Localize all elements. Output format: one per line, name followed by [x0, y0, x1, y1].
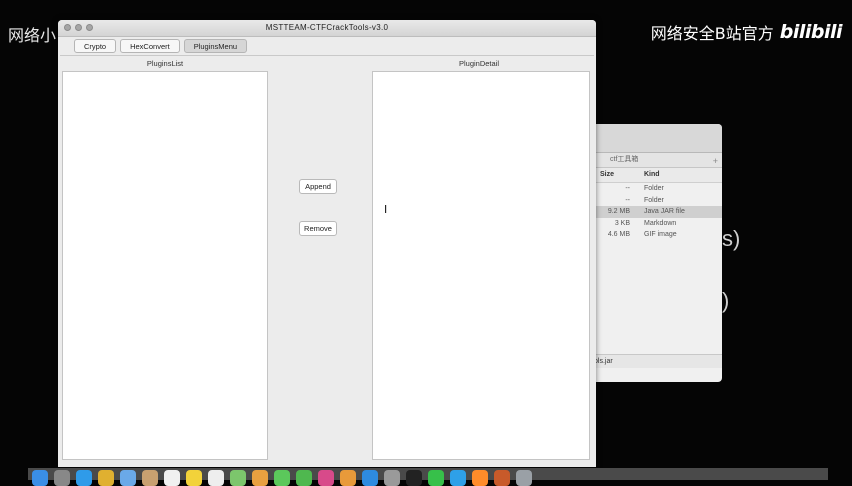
finder-filename: ols.jar — [588, 354, 722, 368]
facetime-icon[interactable] — [296, 470, 312, 486]
maps-icon[interactable] — [230, 470, 246, 486]
sublime-icon[interactable] — [472, 470, 488, 486]
tab-bar: Crypto HexConvert PluginsMenu — [58, 37, 596, 55]
plugins-list[interactable] — [62, 71, 268, 460]
notes-icon[interactable] — [186, 470, 202, 486]
ctfcracktools-window: MSTTEAM-CTFCrackTools-v3.0 Crypto HexConv… — [58, 20, 596, 467]
background-text-1: s) — [722, 226, 741, 251]
photos-icon[interactable] — [252, 470, 268, 486]
finder-row[interactable]: -- Folder — [588, 183, 722, 195]
calendar-icon[interactable] — [164, 470, 180, 486]
mail-icon[interactable] — [120, 470, 136, 486]
safari-icon[interactable] — [76, 470, 92, 486]
file-kind: Markdown — [644, 219, 677, 227]
trash-icon[interactable] — [516, 470, 532, 486]
finder-icon[interactable] — [32, 470, 48, 486]
zoom-window-icon[interactable] — [86, 24, 93, 31]
file-kind: Folder — [644, 196, 664, 204]
remove-button[interactable]: Remove — [299, 221, 337, 236]
plugin-detail[interactable] — [372, 71, 590, 460]
finder-path-label: ctf工具箱 — [610, 156, 639, 163]
launchpad-icon[interactable] — [54, 470, 70, 486]
append-button[interactable]: Append — [299, 179, 337, 194]
dock — [28, 468, 828, 486]
finder-row[interactable]: 4.6 MB GIF image — [588, 229, 722, 241]
kind-column-header[interactable]: Kind — [644, 168, 722, 182]
file-size: -- — [625, 185, 630, 192]
file-size: -- — [625, 196, 630, 204]
contacts-icon[interactable] — [142, 470, 158, 486]
tab-hexconvert[interactable]: HexConvert — [120, 39, 180, 53]
wechat-icon[interactable] — [428, 470, 444, 486]
qq-icon[interactable] — [450, 470, 466, 486]
file-size: 9.2 MB — [607, 208, 630, 215]
appstore-icon[interactable] — [362, 470, 378, 486]
finder-column-headers: Size Kind — [588, 168, 722, 183]
preferences-icon[interactable] — [384, 470, 400, 486]
minimize-window-icon[interactable] — [75, 24, 82, 31]
file-size: 3 KB — [614, 219, 630, 227]
plugin-detail-label: PluginDetail — [458, 59, 500, 68]
size-column-header[interactable]: Size — [588, 168, 644, 182]
java-icon[interactable] — [494, 470, 510, 486]
title-bar[interactable]: MSTTEAM-CTFCrackTools-v3.0 — [58, 20, 596, 37]
file-kind: Folder — [644, 185, 664, 192]
text-cursor-icon: I — [384, 203, 388, 216]
ibooks-icon[interactable] — [340, 470, 356, 486]
window-title: MSTTEAM-CTFCrackTools-v3.0 — [265, 23, 389, 32]
bilibili-logo: bilibili — [779, 21, 843, 43]
messages-icon[interactable] — [274, 470, 290, 486]
tabs: Crypto HexConvert PluginsMenu — [74, 39, 248, 53]
finder-path-bar[interactable]: ctf工具箱 + — [588, 153, 722, 168]
finder-toolbar — [588, 124, 722, 153]
file-size: 4.6 MB — [607, 231, 630, 238]
tab-pluginsmenu[interactable]: PluginsMenu — [183, 39, 248, 53]
background-text-2: ) — [722, 288, 730, 313]
file-kind: GIF image — [644, 231, 677, 238]
tab-crypto[interactable]: Crypto — [74, 39, 117, 53]
window-controls — [64, 24, 93, 31]
finder-file-list: -- Folder -- Folder 9.2 MB Java JAR file 3 KB M… — [588, 183, 722, 241]
close-window-icon[interactable] — [64, 24, 71, 31]
file-kind: Java JAR file — [644, 208, 685, 215]
finder-row[interactable]: 3 KB Markdown — [588, 218, 722, 230]
itunes-icon[interactable] — [318, 470, 334, 486]
finder-row[interactable]: 9.2 MB Java JAR file — [588, 206, 722, 218]
terminal-icon[interactable] — [406, 470, 422, 486]
plugins-menu-panel: PluginsList PluginDetail Append Remove — [60, 55, 594, 467]
reminders-icon[interactable] — [208, 470, 224, 486]
finder-window: ctf工具箱 + Size Kind -- Folder -- Folder 9.2 M… — [588, 124, 722, 382]
watermark-right-text: 网络安全B站官方 — [650, 24, 774, 43]
watermark-right: 网络安全B站官方 bilibili — [650, 20, 843, 44]
finder-row[interactable]: -- Folder — [588, 195, 722, 207]
plugins-list-label: PluginsList — [146, 59, 184, 68]
plus-icon[interactable]: + — [713, 154, 718, 168]
chrome-icon[interactable] — [98, 470, 114, 486]
